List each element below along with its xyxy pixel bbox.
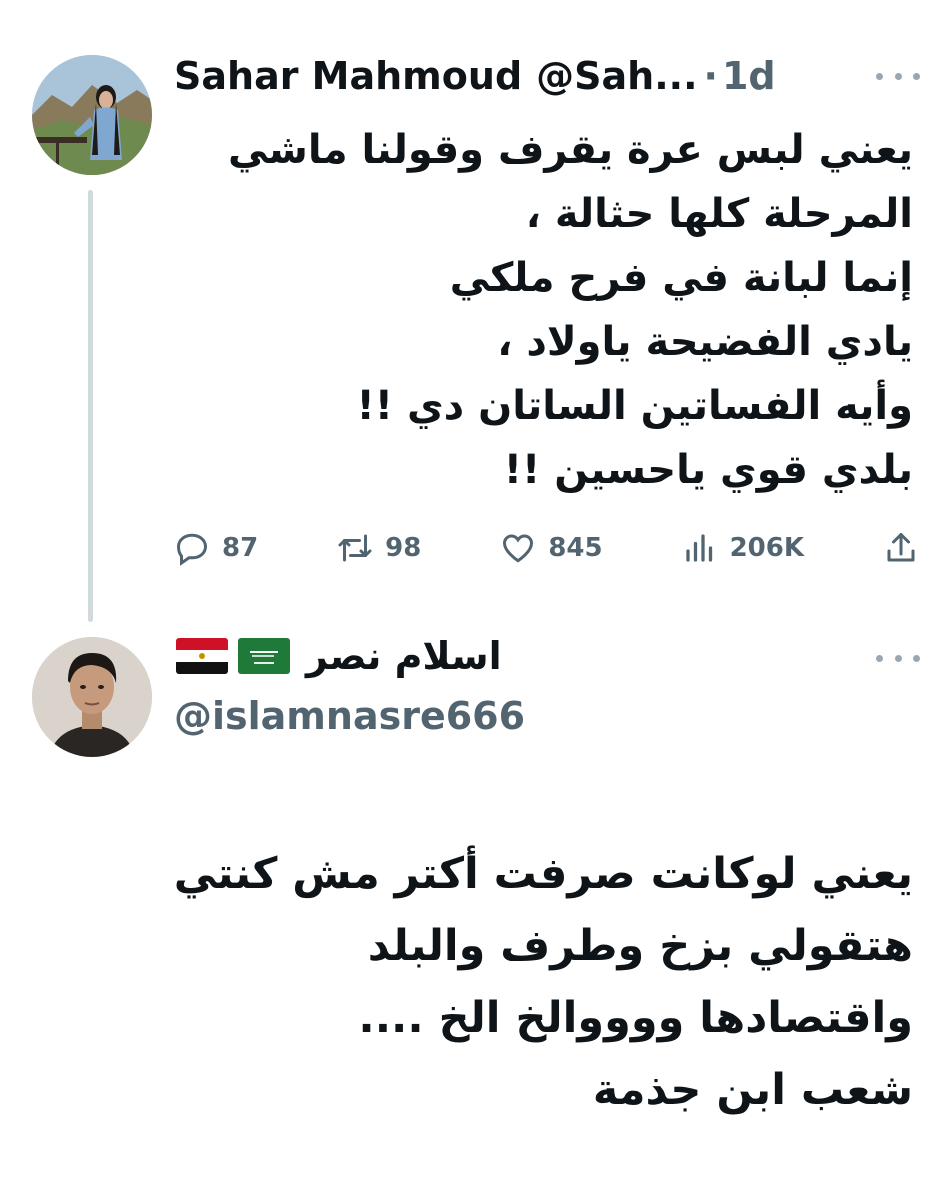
tweet1-line: يادي الفضيحة ياولاد ، xyxy=(497,319,913,365)
share-icon xyxy=(887,533,915,562)
tweet1-header: Sahar Mahmoud @Sah... · 1d xyxy=(174,52,776,100)
tweet2-line: هتقولي بزخ وطرف والبلد xyxy=(367,921,913,971)
tweet1-line: بلدي قوي ياحسين !! xyxy=(503,447,913,493)
avatar-islam[interactable] xyxy=(32,637,152,757)
tweet1-timestamp[interactable]: 1d xyxy=(722,52,776,100)
views-icon xyxy=(685,534,712,562)
tweet1-actions: 87 98 845 206K xyxy=(174,522,919,574)
more-icon[interactable] xyxy=(876,648,920,668)
retweet-icon xyxy=(338,534,372,562)
tweet1-separator: · xyxy=(703,54,718,98)
reply-icon xyxy=(176,533,208,566)
tweet1-line: يعني لبس عرة يقرف وقولنا ماشي xyxy=(228,127,913,173)
tweet1-handle[interactable]: @Sah... xyxy=(536,52,697,100)
tweet2-line: يعني لوكانت صرفت أكتر مش كنتي xyxy=(173,849,913,899)
tweet2-line: واقتصادها ووووالخ الخ .... xyxy=(358,993,913,1043)
retweet-count: 98 xyxy=(385,533,422,563)
share-button[interactable] xyxy=(883,530,919,566)
avatar-sahar[interactable] xyxy=(32,55,152,175)
tweet1-line: المرحلة كلها حثالة ، xyxy=(525,191,913,237)
thread-line xyxy=(88,190,93,622)
tweet1-line: وأيه الفساتين الساتان دي !! xyxy=(356,383,913,429)
tweet2-line: شعب ابن جذمة xyxy=(592,1065,913,1115)
tweet1-display-name[interactable]: Sahar Mahmoud xyxy=(174,52,522,100)
views-count: 206K xyxy=(729,533,804,563)
tweet2-header: اسلام نصر xyxy=(176,632,502,680)
tweet2-text: يعني لوكانت صرفت أكتر مش كنتي هتقولي بزخ… xyxy=(174,838,913,1126)
tweet2-handle[interactable]: @islamnasre666 xyxy=(174,694,525,738)
tweet1-text: يعني لبس عرة يقرف وقولنا ماشي المرحلة كل… xyxy=(228,118,913,502)
views-button[interactable]: 206K xyxy=(682,530,804,566)
retweet-button[interactable]: 98 xyxy=(337,530,421,566)
tweet1-line: إنما لبانة في فرح ملكي xyxy=(449,255,913,301)
like-button[interactable]: 845 xyxy=(500,530,603,566)
more-icon[interactable] xyxy=(876,66,920,86)
reply-button[interactable]: 87 xyxy=(174,530,258,566)
saudi-flag-icon xyxy=(238,638,290,674)
like-count: 845 xyxy=(548,533,603,563)
reply-count: 87 xyxy=(222,533,259,563)
tweet2-display-name[interactable]: اسلام نصر xyxy=(306,632,502,680)
egypt-flag-icon xyxy=(176,638,228,674)
heart-icon xyxy=(503,534,534,563)
